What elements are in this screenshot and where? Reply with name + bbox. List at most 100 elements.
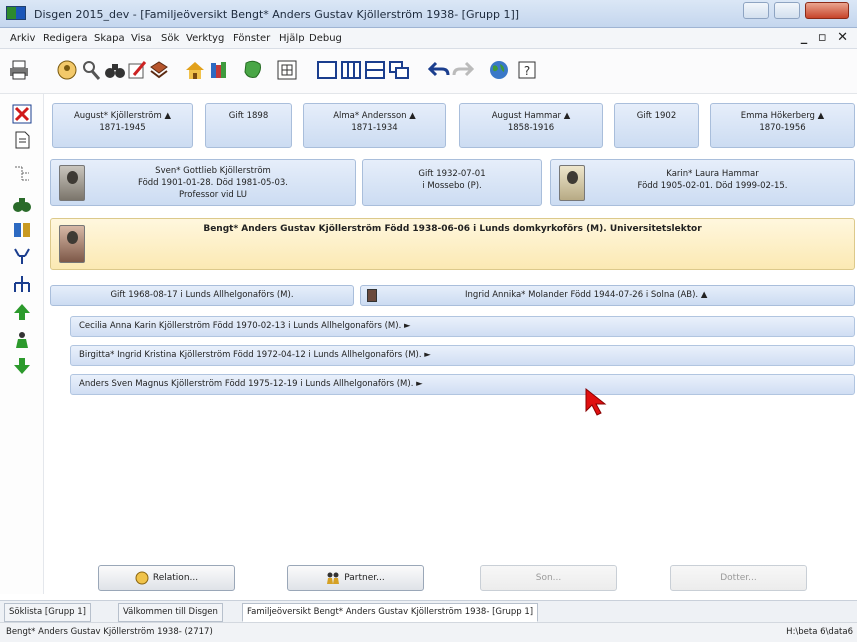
window-title: Disgen 2015_dev - [Familjeöversikt Bengt… [34,8,520,21]
child-row-1[interactable]: Cecilia Anna Karin Kjöllerström Född 197… [70,316,855,337]
grandmother-maternal-years: 1870-1956 [759,123,806,133]
layout-single-icon[interactable] [316,59,338,81]
mother-card[interactable]: Karin* Laura Hammar Född 1905-02-01. Död… [550,159,855,206]
grandfather-paternal-card[interactable]: August* Kjöllerström ▲ 1871-1945 [52,103,193,148]
partner-button-label: Partner... [344,573,385,583]
person-icon[interactable] [56,59,78,81]
menu-debug[interactable]: Debug [309,33,342,44]
grandfather-maternal-card[interactable]: August Hammar ▲ 1858-1916 [459,103,603,148]
main-person-card[interactable]: Bengt* Anders Gustav Kjöllerström Född 1… [50,218,855,270]
menu-verktyg[interactable]: Verktyg [186,33,224,44]
menu-fonster[interactable]: Fönster [233,33,270,44]
descendants-icon[interactable] [12,246,32,266]
ancestors-icon[interactable] [12,274,32,294]
mother-photo[interactable] [559,165,585,201]
main-person-photo[interactable] [59,225,85,263]
person-up-icon[interactable] [12,330,32,350]
father-name: Sven* Gottlieb Kjöllerström [155,166,271,176]
tab-valkommen[interactable]: Välkommen till Disgen [118,603,223,622]
tab-soklista[interactable]: Söklista [Grupp 1] [4,603,91,622]
title-bar: Disgen 2015_dev - [Familjeöversikt Bengt… [0,0,857,28]
undo-icon[interactable] [428,59,450,81]
child-row-2[interactable]: Birgitta* Ingrid Kristina Kjöllerström F… [70,345,855,366]
layout-cascade-icon[interactable] [388,59,410,81]
grandmother-paternal-years: 1871-1934 [351,123,398,133]
father-card[interactable]: Sven* Gottlieb Kjöllerström Född 1901-01… [50,159,356,206]
edit-note-icon[interactable] [126,59,148,81]
spouse-photo-icon[interactable] [367,289,377,302]
grandmother-maternal-name: Emma Hökerberg ▲ [740,111,825,121]
grandmother-paternal-card[interactable]: Alma* Andersson ▲ 1871-1934 [303,103,446,148]
grandparents-maternal-marriage: Gift 1902 [636,111,677,121]
home-icon[interactable] [184,59,206,81]
help-icon[interactable]: ? [516,59,538,81]
books-icon[interactable] [208,59,230,81]
grandfather-maternal-years: 1858-1916 [507,123,555,133]
compare-icon[interactable] [12,220,32,240]
toolbar: ? [0,49,857,94]
binoculars-icon[interactable] [104,59,126,81]
frame-icon[interactable] [276,59,298,81]
disgen-app-icon[interactable] [6,6,26,20]
menu-sok[interactable]: Sök [161,33,179,44]
relation-button[interactable]: Relation... [98,565,235,591]
layout-rows-icon[interactable] [364,59,386,81]
spouse-marriage-card[interactable]: Gift 1968-08-17 i Lunds Allhelgonaförs (… [50,285,354,306]
child-row-3[interactable]: Anders Sven Magnus Kjöllerström Född 197… [70,374,855,395]
son-button-label: Son... [535,573,562,583]
spouse-card[interactable]: Ingrid Annika* Molander Född 1944-07-26 … [360,285,855,306]
document-icon[interactable] [12,130,32,150]
family-tree-icon[interactable] [242,59,264,81]
parents-marriage-place: i Mossebo (P). [422,181,482,191]
dotter-button[interactable]: Dotter... [670,565,807,591]
main-person-birth: Född 1938-06-06 i Lunds domkyrkoförs (M)… [384,224,607,234]
menu-arkiv[interactable]: Arkiv [10,33,35,44]
move-up-icon[interactable] [12,302,32,322]
grandparents-paternal-marriage-card[interactable]: Gift 1898 [205,103,292,148]
relation-button-label: Relation... [152,573,199,583]
father-occupation: Professor vid LU [179,190,247,200]
grandmother-paternal-name: Alma* Andersson ▲ [333,111,416,121]
spouse-text: Ingrid Annika* Molander Född 1944-07-26 … [465,290,708,300]
delete-icon[interactable] [12,104,32,124]
grandmother-maternal-card[interactable]: Emma Hökerberg ▲ 1870-1956 [710,103,855,148]
father-photo[interactable] [59,165,85,201]
redo-icon[interactable] [452,59,474,81]
layout-columns-icon[interactable] [340,59,362,81]
mdi-child-controls[interactable]: _ ▫ ✕ [801,30,851,45]
close-button[interactable] [805,2,849,19]
move-down-icon[interactable] [12,356,32,376]
print-icon[interactable] [8,59,30,81]
partner-icon [327,572,340,584]
menu-hjalp[interactable]: Hjälp [279,33,305,44]
status-data-path: H:\beta 6\data6 [786,627,853,637]
grandparents-maternal-marriage-card[interactable]: Gift 1902 [614,103,699,148]
mother-name: Karin* Laura Hammar [666,169,759,179]
globe-icon[interactable] [488,59,510,81]
dotter-button-label: Dotter... [720,573,757,583]
son-button[interactable]: Son... [480,565,617,591]
minimize-button[interactable] [742,2,769,19]
menu-visa[interactable]: Visa [131,33,152,44]
document-tabs: Söklista [Grupp 1] Välkommen till Disgen… [0,600,857,622]
tree-view-icon[interactable] [12,164,32,184]
book-icon[interactable] [148,59,170,81]
parents-marriage-date: Gift 1932-07-01 [418,169,486,179]
binoculars-green-icon[interactable] [12,194,32,214]
menu-bar: Arkiv Redigera Skapa Visa Sök Verktyg Fö… [0,28,857,49]
search-person-icon[interactable] [80,59,102,81]
partner-button[interactable]: Partner... [287,565,424,591]
status-bar: Bengt* Anders Gustav Kjöllerström 1938- … [0,622,857,642]
parents-marriage-card[interactable]: Gift 1932-07-01 i Mossebo (P). [362,159,542,206]
main-person-name: Bengt* Anders Gustav Kjöllerström [203,224,382,234]
menu-redigera[interactable]: Redigera [43,33,88,44]
menu-skapa[interactable]: Skapa [94,33,125,44]
maximize-button[interactable] [773,2,800,19]
disgen-window: Disgen 2015_dev - [Familjeöversikt Bengt… [0,0,857,642]
tab-familjeoversikt[interactable]: Familjeöversikt Bengt* Anders Gustav Kjö… [242,603,539,622]
grandfather-maternal-name: August Hammar ▲ [491,111,571,121]
status-current-person: Bengt* Anders Gustav Kjöllerström 1938- … [6,627,213,637]
grandfather-paternal-years: 1871-1945 [99,123,146,133]
father-dates: Född 1901-01-28. Död 1981-05-03. [137,178,289,188]
mother-dates: Född 1905-02-01. Död 1999-02-15. [637,181,788,191]
